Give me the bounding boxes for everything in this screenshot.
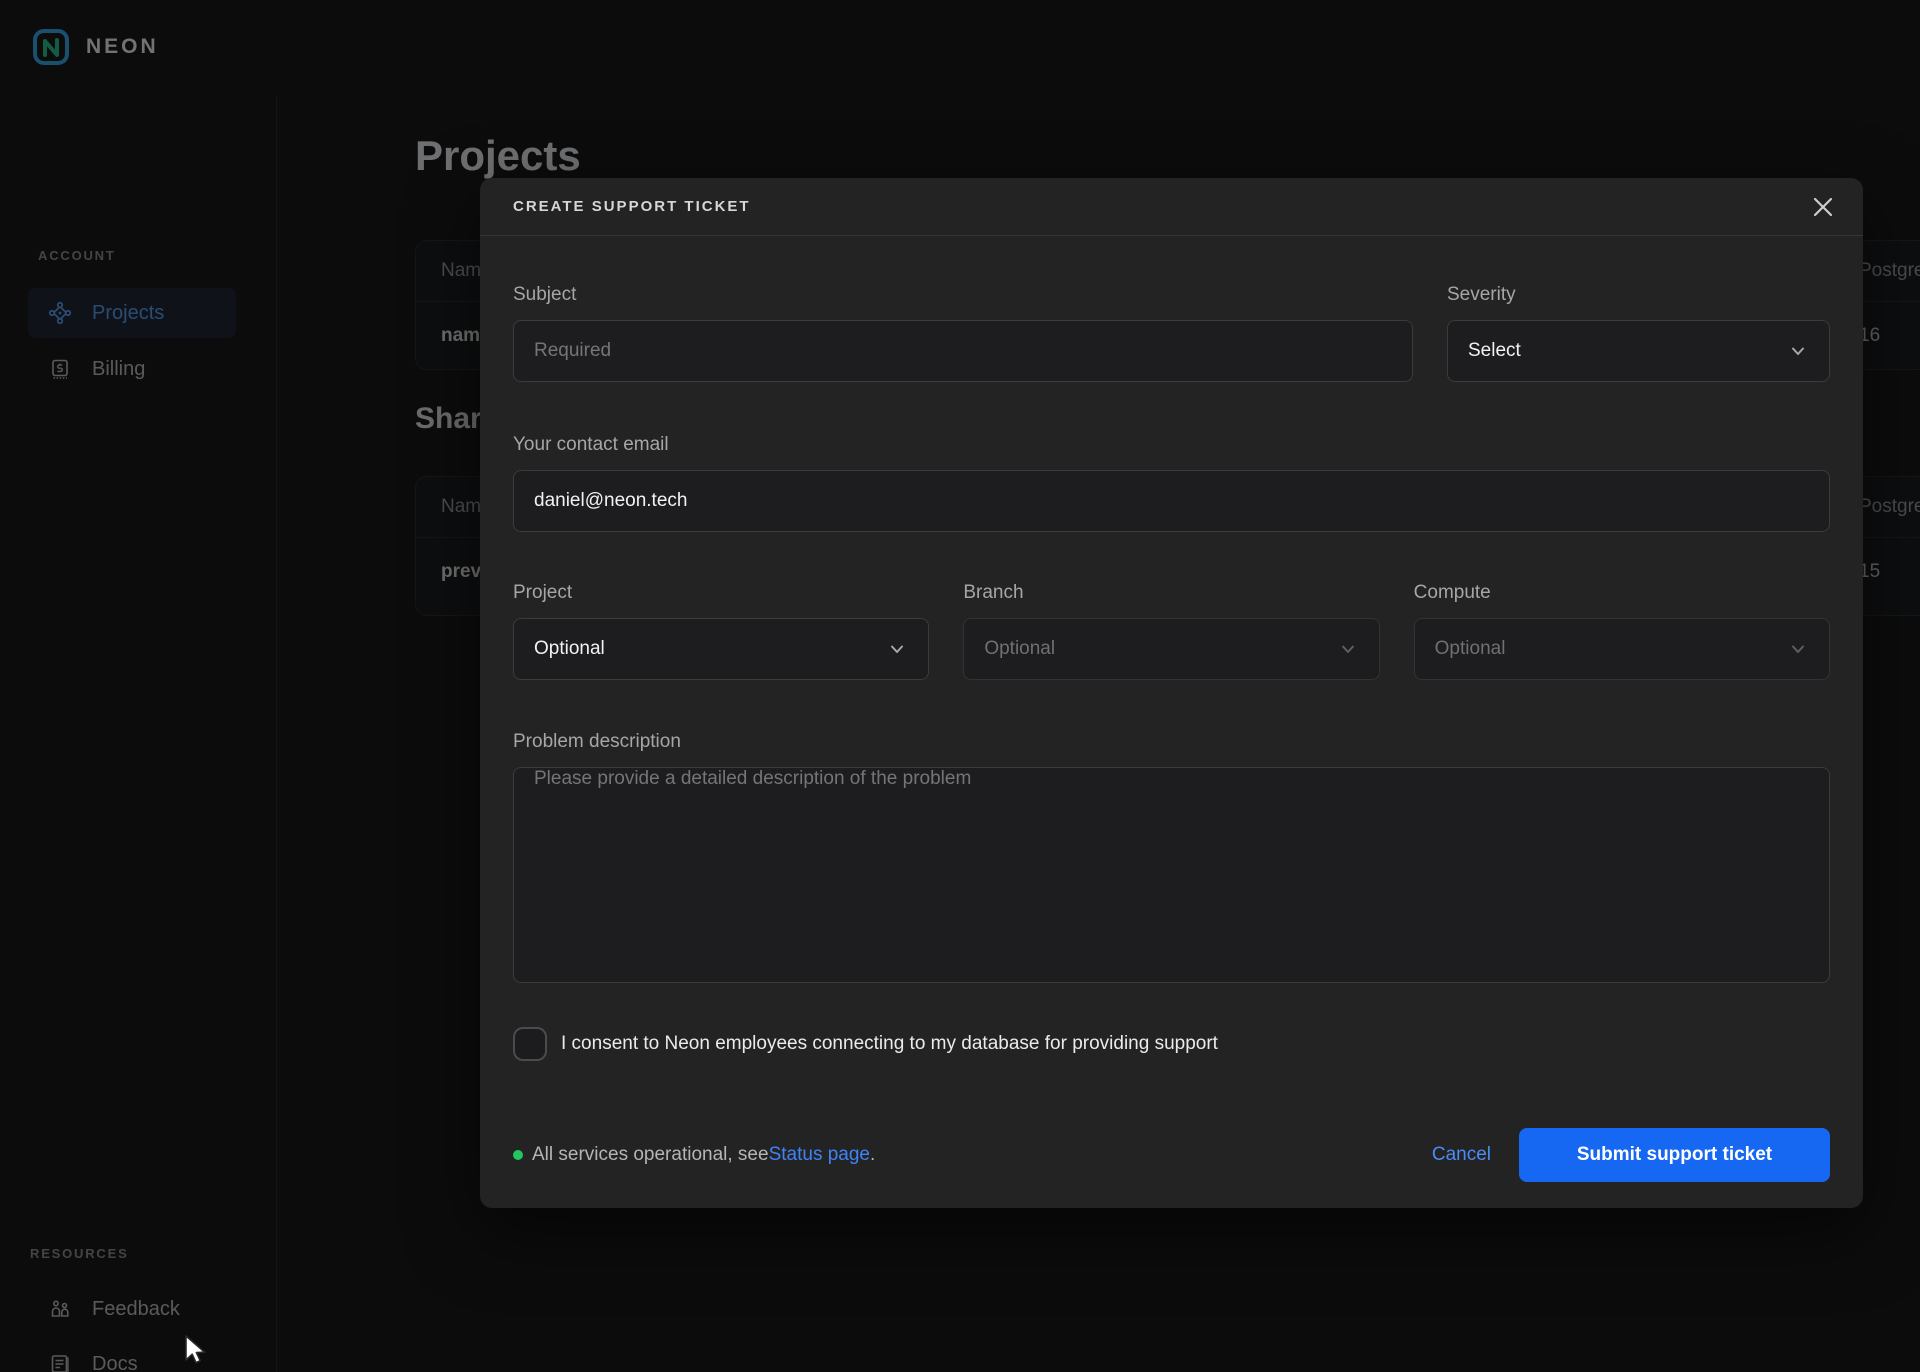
project-label: Project	[513, 580, 929, 606]
modal-footer: All services operational, see Status pag…	[513, 1128, 1830, 1182]
compute-select[interactable]: Optional	[1414, 618, 1830, 680]
consent-label: I consent to Neon employees connecting t…	[561, 1033, 1218, 1055]
consent-checkbox[interactable]	[513, 1027, 547, 1061]
chevron-down-icon	[886, 638, 908, 660]
close-icon	[1810, 194, 1836, 220]
cancel-button[interactable]: Cancel	[1432, 1144, 1491, 1166]
severity-select[interactable]: Select	[1447, 320, 1830, 382]
create-support-ticket-modal: CREATE SUPPORT TICKET Subject Severity S…	[480, 178, 1863, 1208]
subject-label: Subject	[513, 282, 1413, 308]
description-label: Problem description	[513, 729, 1830, 755]
modal-title: CREATE SUPPORT TICKET	[513, 198, 751, 215]
severity-value: Select	[1468, 340, 1521, 362]
compute-value: Optional	[1435, 638, 1506, 660]
chevron-down-icon	[1787, 638, 1809, 660]
severity-label: Severity	[1447, 282, 1830, 308]
close-button[interactable]	[1805, 189, 1841, 225]
branch-value: Optional	[984, 638, 1055, 660]
status-text: All services operational, see	[532, 1144, 769, 1166]
project-value: Optional	[534, 638, 605, 660]
modal-header: CREATE SUPPORT TICKET	[480, 178, 1863, 236]
subject-input[interactable]	[513, 320, 1413, 382]
contact-email-input[interactable]	[513, 470, 1830, 532]
service-status: All services operational, see Status pag…	[513, 1144, 875, 1166]
problem-description-textarea[interactable]	[513, 767, 1830, 983]
email-label: Your contact email	[513, 432, 1830, 458]
branch-label: Branch	[963, 580, 1379, 606]
submit-support-ticket-button[interactable]: Submit support ticket	[1519, 1128, 1830, 1182]
branch-select[interactable]: Optional	[963, 618, 1379, 680]
status-page-link[interactable]: Status page	[769, 1144, 870, 1166]
chevron-down-icon	[1787, 340, 1809, 362]
compute-label: Compute	[1414, 580, 1830, 606]
app-screen: NEON ACCOUNT Projects	[0, 0, 1920, 1372]
project-select[interactable]: Optional	[513, 618, 929, 680]
chevron-down-icon	[1337, 638, 1359, 660]
status-text-suffix: .	[870, 1144, 875, 1166]
status-dot-icon	[513, 1150, 523, 1160]
modal-body: Subject Severity Select Your contact ema…	[480, 236, 1863, 1213]
